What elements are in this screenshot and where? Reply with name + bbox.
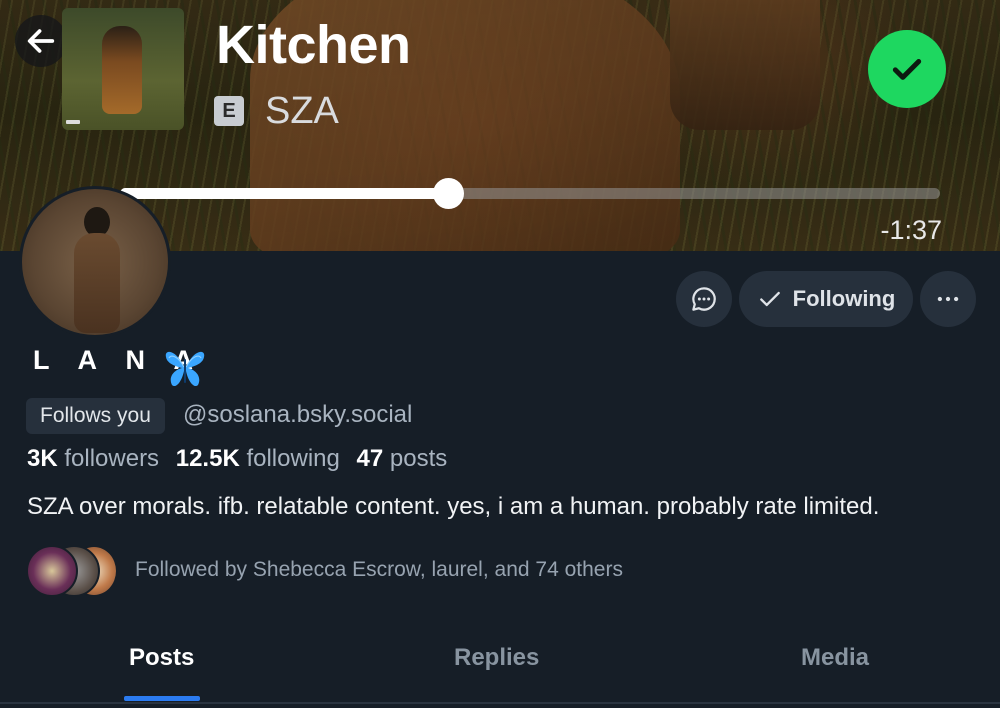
known-followers-avatars[interactable] — [26, 545, 121, 597]
following-stat[interactable]: 12.5K following — [176, 445, 340, 472]
butterfly-icon — [165, 351, 205, 387]
posts-stat: 47 posts — [357, 445, 448, 472]
posts-label: posts — [389, 445, 448, 472]
follows-you-badge: Follows you — [26, 398, 165, 434]
time-remaining: -1:37 — [880, 215, 942, 245]
following-label: Following — [792, 286, 896, 311]
profile-bio: SZA over morals. ifb. relatable content.… — [27, 493, 880, 520]
following-button[interactable]: Following — [739, 271, 913, 327]
followed-by-text[interactable]: Followed by Shebecca Escrow, laurel, and… — [135, 558, 623, 582]
progress-handle[interactable] — [433, 178, 464, 209]
message-button[interactable] — [676, 271, 732, 327]
check-icon — [759, 291, 780, 307]
tabs-divider — [0, 702, 1000, 704]
arrow-left-icon — [27, 29, 55, 53]
progress-fill — [120, 188, 448, 199]
artist-name: SZA — [265, 90, 339, 132]
song-title: Kitchen — [216, 15, 411, 75]
followers-stat[interactable]: 3K followers — [27, 445, 159, 472]
active-tab-indicator — [124, 696, 200, 701]
user-handle: @soslana.bsky.social — [183, 401, 413, 428]
following-stat-label: following — [246, 445, 340, 472]
album-art — [62, 8, 184, 130]
avatar[interactable] — [19, 186, 171, 338]
chat-bubble-icon — [692, 287, 716, 311]
tab-posts[interactable]: Posts — [129, 644, 194, 672]
profile-tabs: Posts Replies Media — [0, 630, 1000, 702]
progress-bar[interactable] — [120, 178, 940, 209]
saved-check-button[interactable] — [868, 30, 946, 108]
explicit-badge: E — [214, 96, 244, 126]
more-options-button[interactable] — [920, 271, 976, 327]
album-art-figure — [102, 26, 142, 114]
known-follower-avatar — [26, 545, 78, 597]
album-art-tag — [66, 120, 80, 124]
avatar-torso — [74, 233, 120, 333]
checkmark-icon — [892, 59, 922, 80]
following-count: 12.5K — [175, 445, 240, 472]
profile-stats: 3K followers 12.5K following 47 posts — [27, 445, 447, 473]
followers-count: 3K — [27, 445, 58, 472]
followers-label: followers — [64, 445, 160, 472]
tab-replies[interactable]: Replies — [454, 644, 539, 672]
posts-count: 47 — [356, 445, 384, 472]
tab-media[interactable]: Media — [801, 644, 869, 672]
more-horizontal-icon — [937, 296, 959, 302]
back-button[interactable] — [15, 15, 67, 67]
